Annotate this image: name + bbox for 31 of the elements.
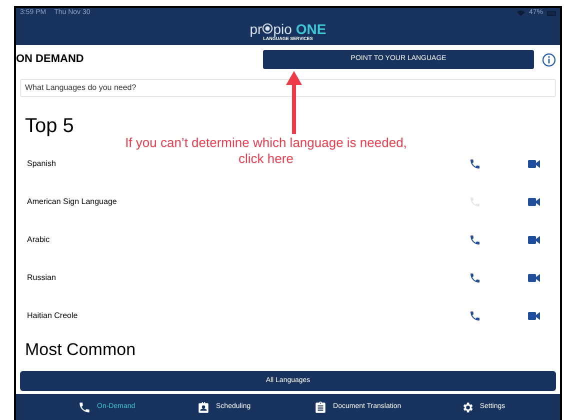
info-icon[interactable]	[542, 52, 556, 66]
battery-icon	[547, 10, 556, 16]
wifi-icon	[516, 10, 525, 16]
language-name: Haitian Creole	[27, 310, 78, 322]
search-field[interactable]: What Languages do you need?	[20, 78, 556, 96]
annotation-text: If you can’t determine which language is needed, click here	[124, 135, 408, 167]
phone-icon[interactable]	[469, 158, 481, 170]
ring-icon	[262, 23, 274, 34]
video-camera-icon[interactable]	[528, 198, 540, 206]
language-name: American Sign Language	[27, 196, 117, 208]
section-heading: Top 5	[24, 114, 75, 138]
video-camera-icon[interactable]	[528, 160, 540, 168]
phone-icon[interactable]	[469, 310, 481, 322]
annotation-arrow	[286, 71, 302, 134]
video-camera-icon[interactable]	[528, 274, 540, 282]
language-name: Spanish	[27, 158, 56, 170]
clipboard-icon	[314, 400, 328, 414]
language-name: Russian	[27, 272, 56, 284]
settings-icon	[460, 400, 474, 414]
logo-text: pr	[250, 22, 262, 36]
language-name: Arabic	[27, 234, 50, 246]
video-camera-icon[interactable]	[528, 312, 540, 320]
phone-icon	[78, 400, 91, 414]
id-badge-icon	[197, 400, 210, 414]
phone-icon[interactable]	[469, 272, 481, 284]
phone-icon[interactable]	[469, 234, 481, 246]
logo-text: pio	[273, 22, 292, 36]
video-camera-icon[interactable]	[528, 236, 540, 244]
page-title: ON DEMAND	[16, 52, 85, 68]
logo-brand: ONE	[296, 22, 326, 36]
section-heading: Most Common	[24, 340, 137, 360]
